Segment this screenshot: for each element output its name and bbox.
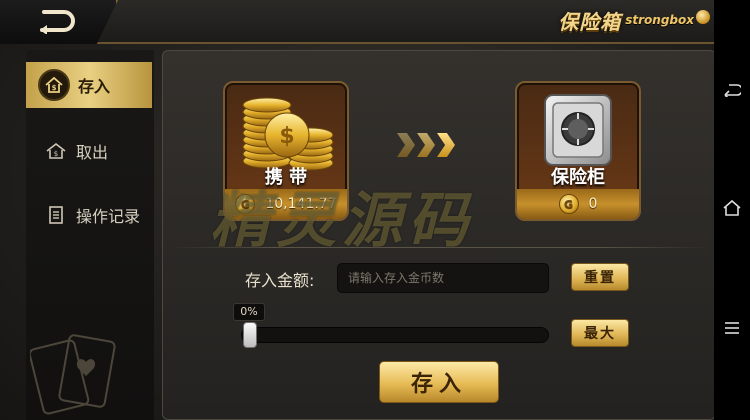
top-bar: 保险箱 strongbox [0, 0, 714, 44]
carry-label: 携 带 [264, 167, 308, 188]
divider [171, 247, 707, 248]
title-coin-icon [696, 10, 710, 24]
slider-handle[interactable] [243, 322, 257, 348]
deposit-house-icon: $ [38, 69, 70, 101]
withdraw-house-icon: $ [44, 139, 68, 163]
transfer-arrows-icon [397, 133, 455, 157]
menu-nav-icon[interactable] [722, 318, 742, 338]
back-nav-icon[interactable] [722, 80, 742, 100]
sidebar-item-deposit[interactable]: $ 存入 [26, 62, 152, 108]
deposit-button[interactable]: 存入 [379, 361, 499, 403]
page-title: 保险箱 strongbox [534, 0, 714, 40]
carry-amount: 10,141.77 [265, 196, 337, 212]
playing-cards-decoration [30, 334, 116, 415]
android-nav-bar [714, 0, 750, 420]
sidebar-item-label: 取出 [76, 143, 109, 162]
safe-label: 保险柜 [551, 167, 605, 188]
sidebar-item-label: 操作记录 [76, 207, 141, 226]
carry-tile: $ 携 带 G 10,141.77 [223, 81, 349, 221]
safe-amount: 0 [588, 196, 598, 212]
record-list-icon [44, 203, 68, 227]
amount-input[interactable] [337, 263, 549, 293]
sidebar-item-label: 存入 [78, 77, 111, 96]
home-nav-icon[interactable] [722, 198, 742, 218]
sidebar-item-withdraw[interactable]: $ 取出 [26, 128, 152, 174]
safe-amount-bar: G 0 [517, 189, 639, 219]
coin-icon: G [235, 194, 256, 214]
back-button[interactable] [0, 0, 118, 44]
safe-tile: 保险柜 G 0 [515, 81, 641, 221]
title-cn: 保险箱 [558, 9, 622, 34]
slider-percent-tag: 0% [233, 303, 265, 321]
svg-text:$: $ [279, 124, 294, 149]
amount-label: 存入金额: [245, 271, 315, 290]
carry-amount-bar: G 10,141.77 [225, 189, 347, 219]
max-button[interactable]: 最大 [571, 319, 629, 347]
coin-icon: G [558, 194, 579, 214]
sidebar-item-records[interactable]: 操作记录 [26, 192, 152, 238]
amount-slider[interactable] [241, 322, 549, 348]
title-en: strongbox [625, 13, 694, 27]
svg-text:$: $ [52, 84, 57, 92]
deposit-panel: $ 携 带 G 10,141.77 保险柜 G 0 存入金额: 请输入存入金币数… [162, 50, 714, 420]
reset-button[interactable]: 重置 [571, 263, 629, 291]
svg-text:$: $ [54, 150, 58, 158]
back-arrow-icon [40, 10, 75, 34]
strongbox-screen: 保险箱 strongbox $ 存入 $ 取出 操作记录 $ 携 带 G 10,… [0, 0, 714, 420]
